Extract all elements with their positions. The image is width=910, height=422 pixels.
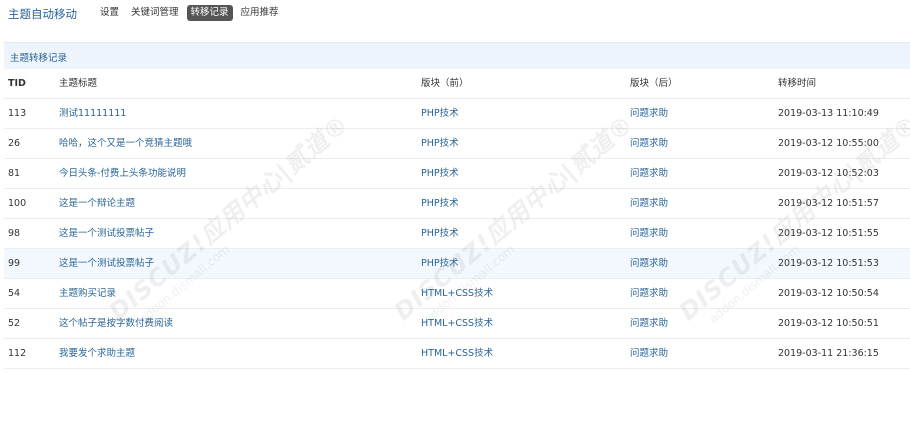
cell-transfer-time: 2019-03-12 10:55:00 (778, 138, 879, 149)
panel-header: 主题转移记录 (4, 42, 910, 69)
thread-title-link[interactable]: 这是一个辩论主题 (59, 198, 135, 209)
table-header-row: TID 主题标题 版块（前） 版块（后） 转移时间 (4, 70, 910, 99)
cell-tid: 100 (8, 198, 27, 209)
column-header-to-forum: 版块（后） (630, 78, 678, 89)
from-forum-link[interactable]: PHP技术 (421, 258, 459, 269)
from-forum-link[interactable]: HTML+CSS技术 (421, 288, 493, 299)
cell-transfer-time: 2019-03-12 10:52:03 (778, 168, 879, 179)
table-row: 52 这个帖子是按字数付费阅读 HTML+CSS技术 问题求助 2019-03-… (4, 309, 910, 339)
from-forum-link[interactable]: PHP技术 (421, 168, 459, 179)
table-row: 100 这是一个辩论主题 PHP技术 问题求助 2019-03-12 10:51… (4, 189, 910, 219)
to-forum-link[interactable]: 问题求助 (630, 108, 668, 119)
from-forum-link[interactable]: PHP技术 (421, 228, 459, 239)
thread-title-link[interactable]: 这个帖子是按字数付费阅读 (59, 318, 173, 329)
cell-tid: 99 (8, 258, 21, 269)
thread-title-link[interactable]: 主题购买记录 (59, 288, 116, 299)
cell-transfer-time: 2019-03-12 10:51:53 (778, 258, 879, 269)
cell-transfer-time: 2019-03-12 10:50:54 (778, 288, 879, 299)
from-forum-link[interactable]: PHP技术 (421, 108, 459, 119)
transfer-log-table: TID 主题标题 版块（前） 版块（后） 转移时间 113 测试11111111… (4, 70, 910, 369)
cell-tid: 52 (8, 318, 21, 329)
table-row: 112 我要发个求助主题 HTML+CSS技术 问题求助 2019-03-11 … (4, 339, 910, 369)
to-forum-link[interactable]: 问题求助 (630, 258, 668, 269)
to-forum-link[interactable]: 问题求助 (630, 198, 668, 209)
from-forum-link[interactable]: PHP技术 (421, 198, 459, 209)
thread-title-link[interactable]: 这是一个测试投票帖子 (59, 258, 154, 269)
to-forum-link[interactable]: 问题求助 (630, 348, 668, 359)
column-header-from-forum: 版块（前） (421, 78, 469, 89)
nav-tab-keywords[interactable]: 关键词管理 (127, 5, 183, 21)
cell-tid: 26 (8, 138, 21, 149)
cell-transfer-time: 2019-03-12 10:51:55 (778, 228, 879, 239)
thread-title-link[interactable]: 测试11111111 (59, 108, 126, 119)
nav-tab-transfer-log[interactable]: 转移记录 (186, 5, 233, 21)
nav-tab-settings[interactable]: 设置 (96, 5, 123, 21)
cell-tid: 113 (8, 108, 27, 119)
to-forum-link[interactable]: 问题求助 (630, 318, 668, 329)
thread-title-link[interactable]: 这是一个测试投票帖子 (59, 228, 154, 239)
table-row: 113 测试11111111 PHP技术 问题求助 2019-03-13 11:… (4, 99, 910, 129)
column-header-title: 主题标题 (59, 78, 98, 89)
to-forum-link[interactable]: 问题求助 (630, 288, 668, 299)
app-title: 主题自动移动 (8, 7, 77, 21)
top-bar: 主题自动移动 设置 关键词管理 转移记录 应用推荐 (0, 0, 910, 26)
main-nav: 设置 关键词管理 转移记录 应用推荐 (96, 5, 283, 21)
column-header-transfer-time: 转移时间 (778, 78, 817, 89)
table-row: 99 这是一个测试投票帖子 PHP技术 问题求助 2019-03-12 10:5… (4, 249, 910, 279)
cell-transfer-time: 2019-03-12 10:51:57 (778, 198, 879, 209)
table-row: 54 主题购买记录 HTML+CSS技术 问题求助 2019-03-12 10:… (4, 279, 910, 309)
cell-transfer-time: 2019-03-13 11:10:49 (778, 108, 879, 119)
table-row: 26 哈哈，这个又是一个竞猜主题哦 PHP技术 问题求助 2019-03-12 … (4, 129, 910, 159)
panel-title: 主题转移记录 (10, 53, 68, 64)
thread-title-link[interactable]: 哈哈，这个又是一个竞猜主题哦 (59, 138, 192, 149)
cell-tid: 54 (8, 288, 21, 299)
cell-transfer-time: 2019-03-11 21:36:15 (778, 348, 879, 359)
cell-tid: 112 (8, 348, 27, 359)
from-forum-link[interactable]: PHP技术 (421, 138, 459, 149)
to-forum-link[interactable]: 问题求助 (630, 138, 668, 149)
from-forum-link[interactable]: HTML+CSS技术 (421, 318, 493, 329)
from-forum-link[interactable]: HTML+CSS技术 (421, 348, 493, 359)
cell-tid: 81 (8, 168, 21, 179)
to-forum-link[interactable]: 问题求助 (630, 228, 668, 239)
table-row: 98 这是一个测试投票帖子 PHP技术 问题求助 2019-03-12 10:5… (4, 219, 910, 249)
column-header-tid: TID (8, 78, 26, 89)
to-forum-link[interactable]: 问题求助 (630, 168, 668, 179)
thread-title-link[interactable]: 今日头条-付费上头条功能说明 (59, 168, 186, 179)
cell-transfer-time: 2019-03-12 10:50:51 (778, 318, 879, 329)
thread-title-link[interactable]: 我要发个求助主题 (59, 348, 135, 359)
table-row: 81 今日头条-付费上头条功能说明 PHP技术 问题求助 2019-03-12 … (4, 159, 910, 189)
nav-tab-recommended-apps[interactable]: 应用推荐 (237, 5, 283, 21)
cell-tid: 98 (8, 228, 21, 239)
